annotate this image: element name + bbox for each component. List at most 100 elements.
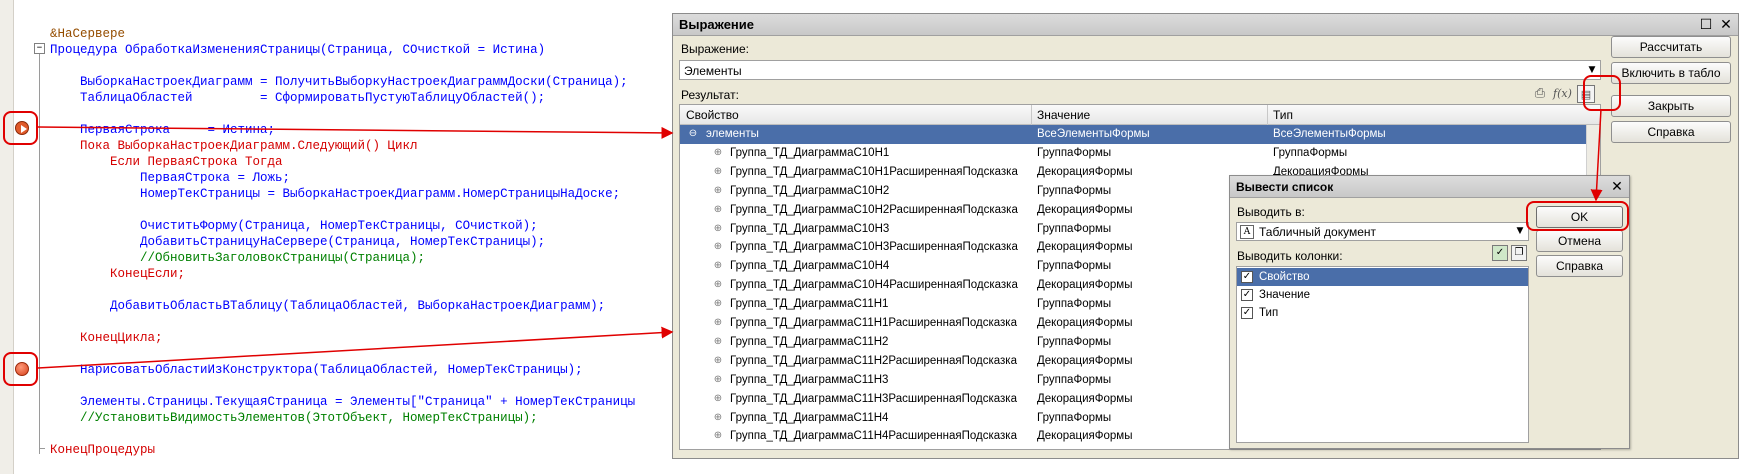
- calculate-button[interactable]: Рассчитать: [1611, 36, 1731, 58]
- code-line[interactable]: ТаблицаОбластей = СформироватьПустуюТабл…: [50, 91, 545, 105]
- expand-icon[interactable]: ⊕: [713, 223, 723, 234]
- expand-icon[interactable]: ⊕: [713, 261, 723, 271]
- fold-end-marker: [39, 448, 45, 449]
- chevron-down-icon[interactable]: ▼: [1513, 224, 1527, 239]
- spreadsheet-icon: A: [1240, 225, 1254, 239]
- expand-icon[interactable]: ⊕: [713, 393, 723, 404]
- expression-label: Выражение:: [681, 42, 750, 56]
- output-list-titlebar[interactable]: Вывести список ✕: [1230, 176, 1629, 198]
- cell-value: ДекорацияФормы: [1037, 317, 1133, 329]
- code-line[interactable]: ВыборкаНастроекДиаграмм = ПолучитьВыборк…: [50, 75, 628, 89]
- expand-icon[interactable]: ⊕: [713, 355, 723, 366]
- expression-input[interactable]: Элементы ▼: [679, 60, 1601, 80]
- close-icon[interactable]: ✕: [1609, 179, 1625, 195]
- output-list-dialog: Вывести список ✕ Выводить в: A Табличный…: [1229, 175, 1630, 449]
- column-header-type[interactable]: Тип: [1273, 108, 1293, 122]
- column-option[interactable]: ✓ Тип: [1237, 304, 1528, 322]
- cell-property: Группа_ТД_ДиаграммаС10Н2: [730, 184, 890, 197]
- code-line[interactable]: ОчиститьФорму(Страница, НомерТекСтраницы…: [50, 219, 538, 233]
- highlight-ring-output-list: [1583, 75, 1621, 111]
- code-line[interactable]: КонецЕсли;: [50, 267, 185, 281]
- function-icon[interactable]: f(x): [1553, 85, 1572, 103]
- table-row[interactable]: ⊕ Группа_ТД_ДиаграммаС10Н1 ГруппаФормы Груп…: [680, 144, 1600, 163]
- column-separator[interactable]: [1267, 105, 1268, 125]
- column-header-value[interactable]: Значение: [1037, 108, 1090, 122]
- code-line[interactable]: ДобавитьСтраницуНаСервере(Страница, Номе…: [50, 235, 545, 249]
- help-button[interactable]: Справка: [1611, 121, 1731, 143]
- cell-value: ДекорацияФормы: [1037, 392, 1133, 405]
- cell-property: Группа_ТД_ДиаграммаС10Н1: [730, 146, 890, 159]
- cell-value: ДекорацияФормы: [1037, 241, 1133, 254]
- expand-icon[interactable]: ⊕: [713, 374, 723, 385]
- expand-icon[interactable]: ⊕: [713, 299, 723, 309]
- code-line[interactable]: Элементы.Страницы.ТекущаяСтраница = Элем…: [50, 395, 635, 409]
- maximize-icon[interactable]: ☐: [1698, 17, 1714, 33]
- cell-property: Группа_ТД_ДиаграммаС11Н2РасширеннаяПодск…: [730, 354, 1017, 367]
- column-separator[interactable]: [1031, 105, 1032, 125]
- code-line[interactable]: //ОбновитьЗаголовокСтраницы(Страница);: [50, 251, 425, 265]
- code-line[interactable]: НомерТекСтраницы = ВыборкаНастроекДиагра…: [50, 187, 620, 201]
- code-line[interactable]: Процедура ОбработкаИзмененияСтраницы(Стр…: [50, 43, 545, 57]
- cell-property: Группа_ТД_ДиаграммаС10Н3: [730, 222, 890, 235]
- cell-property: Группа_ТД_ДиаграммаС11Н3РасширеннаяПодск…: [730, 392, 1017, 405]
- cell-property: Группа_ТД_ДиаграммаС10Н3РасширеннаяПодск…: [730, 241, 1018, 254]
- expand-icon[interactable]: ⊕: [713, 242, 723, 252]
- expand-icon[interactable]: ⊕: [713, 431, 723, 441]
- code-line[interactable]: &НаСервере: [50, 27, 125, 41]
- close-icon[interactable]: ✕: [1718, 17, 1734, 33]
- code-line[interactable]: ДобавитьОбластьВТаблицу(ТаблицаОбластей,…: [50, 299, 605, 313]
- code-line[interactable]: КонецЦикла;: [50, 331, 163, 345]
- column-option[interactable]: ✓ Свойство: [1237, 268, 1528, 286]
- cell-value: ГруппаФормы: [1037, 335, 1112, 348]
- column-option[interactable]: ✓ Значение: [1237, 286, 1528, 304]
- column-option-label: Значение: [1259, 289, 1310, 301]
- checkbox[interactable]: ✓: [1241, 289, 1253, 301]
- dialog-title: Вывести список: [1236, 180, 1334, 194]
- checkbox[interactable]: ✓: [1241, 307, 1253, 319]
- code-line[interactable]: Если ПерваяСтрока Тогда: [50, 155, 283, 169]
- fold-toggle[interactable]: −: [34, 43, 45, 54]
- code-line[interactable]: ПерваяСтрока = Истина;: [50, 123, 275, 137]
- code-line[interactable]: КонецПроцедуры: [50, 443, 155, 457]
- expression-dialog-titlebar[interactable]: Выражение ☐ ✕: [673, 14, 1738, 36]
- cancel-button[interactable]: Отмена: [1536, 230, 1623, 252]
- expand-icon[interactable]: ⊕: [713, 280, 723, 290]
- cell-property: Группа_ТД_ДиаграммаС10Н4РасширеннаяПодск…: [730, 279, 1018, 292]
- cell-property: Группа_ТД_ДиаграммаС10Н1РасширеннаяПодск…: [730, 165, 1018, 178]
- expand-icon[interactable]: ⊕: [713, 336, 723, 347]
- editor-gutter[interactable]: [0, 0, 14, 474]
- output-to-value: Табличный документ: [1259, 225, 1377, 239]
- expand-icon[interactable]: ⊕: [713, 147, 723, 158]
- cell-property: Группа_ТД_ДиаграммаС11Н3: [730, 373, 889, 386]
- code-line[interactable]: Пока ВыборкаНастроекДиаграмм.Следующий()…: [50, 139, 418, 153]
- output-to-label: Выводить в:: [1237, 205, 1305, 219]
- output-columns-list[interactable]: ✓ Свойство ✓ Значение ✓ Тип: [1236, 266, 1529, 443]
- expand-icon[interactable]: ⊕: [713, 204, 723, 215]
- close-button[interactable]: Закрыть: [1611, 95, 1731, 117]
- highlight-ring-ok: [1526, 201, 1629, 231]
- code-line[interactable]: НарисоватьОбластиИзКонструктора(ТаблицаО…: [50, 363, 583, 377]
- output-columns-label: Выводить колонки:: [1237, 249, 1343, 263]
- table-row[interactable]: ⊖ элементы ВсеЭлементыФормы ВсеЭлементыФорм…: [680, 125, 1600, 144]
- code-line[interactable]: //УстановитьВидимостьЭлементов(ЭтотОбъек…: [50, 411, 538, 425]
- expand-icon[interactable]: ⊕: [713, 318, 723, 328]
- expand-icon[interactable]: ⊕: [713, 412, 723, 423]
- cell-property: Группа_ТД_ДиаграммаС11Н4: [730, 411, 889, 424]
- code-line[interactable]: ПерваяСтрока = Ложь;: [50, 171, 290, 185]
- cell-value: ГруппаФормы: [1037, 373, 1112, 386]
- checkbox[interactable]: ✓: [1241, 271, 1253, 283]
- cell-value: ДекорацияФормы: [1037, 354, 1133, 367]
- cell-value: ГруппаФормы: [1037, 260, 1112, 273]
- help-button[interactable]: Справка: [1536, 255, 1623, 277]
- cell-value: ГруппаФормы: [1037, 222, 1112, 235]
- column-header-property[interactable]: Свойство: [686, 108, 739, 122]
- uncheck-all-icon[interactable]: ❐: [1511, 245, 1527, 261]
- expand-icon[interactable]: ⊕: [713, 166, 723, 177]
- expand-icon[interactable]: ⊕: [713, 185, 723, 196]
- print-icon[interactable]: ⎙: [1531, 85, 1549, 103]
- check-all-icon[interactable]: ✓: [1492, 245, 1508, 261]
- collapse-icon[interactable]: ⊖: [688, 129, 698, 139]
- output-to-select[interactable]: A Табличный документ ▼: [1236, 222, 1529, 241]
- add-to-board-button[interactable]: Включить в табло: [1611, 62, 1731, 84]
- dialog-title: Выражение: [679, 17, 755, 32]
